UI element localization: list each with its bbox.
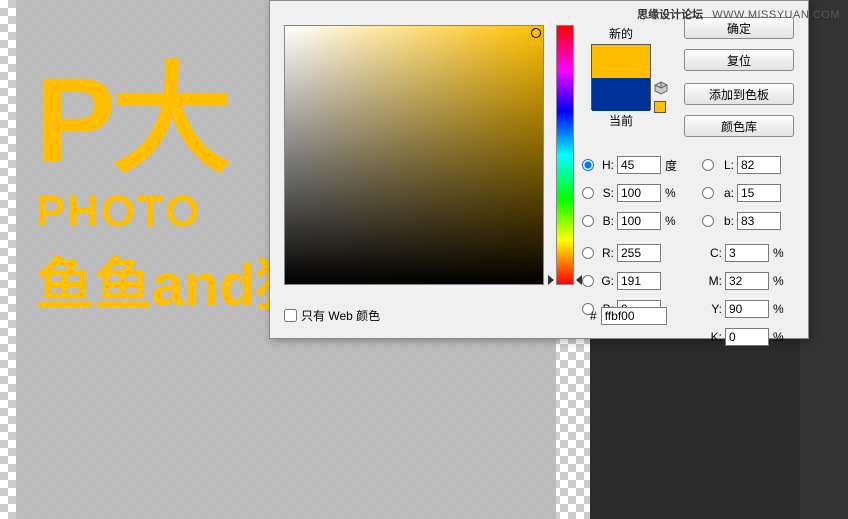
h-label: H: xyxy=(598,158,614,172)
hash-label: # xyxy=(590,309,597,323)
a-input[interactable] xyxy=(737,184,781,202)
g-label: G: xyxy=(598,274,614,288)
green-input[interactable] xyxy=(617,272,661,290)
hsb-rgb-inputs: H: 度 S: % B: % R: xyxy=(582,153,700,325)
s-label: S: xyxy=(598,186,614,200)
m-label: M: xyxy=(702,274,722,288)
y-unit: % xyxy=(773,302,787,316)
magenta-input[interactable] xyxy=(725,272,769,290)
new-color-label: 新的 xyxy=(586,25,656,42)
add-to-swatches-button[interactable]: 添加到色板 xyxy=(684,83,794,105)
a-radio[interactable] xyxy=(702,187,714,199)
current-color-label: 当前 xyxy=(586,112,656,129)
r-label: R: xyxy=(598,246,614,260)
black-input[interactable] xyxy=(725,328,769,346)
green-radio[interactable] xyxy=(582,275,594,287)
hue-input[interactable] xyxy=(617,156,661,174)
b-unit: % xyxy=(665,214,679,228)
web-only-label: 只有 Web 颜色 xyxy=(301,307,380,324)
swatch-box xyxy=(591,44,651,110)
s-unit: % xyxy=(665,186,679,200)
labb-input[interactable] xyxy=(737,212,781,230)
l-input[interactable] xyxy=(737,156,781,174)
sv-cursor-icon xyxy=(531,28,541,38)
lab-cmyk-inputs: L: a: b: C: % M: % xyxy=(702,153,802,353)
l-label: L: xyxy=(718,158,734,172)
c-unit: % xyxy=(773,246,787,260)
gamut-warning-icon[interactable] xyxy=(654,81,668,95)
color-libraries-button[interactable]: 颜色库 xyxy=(684,115,794,137)
watermark: 思缘设计论坛 WWW.MISSYUAN.COM xyxy=(637,6,840,22)
red-radio[interactable] xyxy=(582,247,594,259)
watermark-text: 思缘设计论坛 xyxy=(637,9,703,21)
brightness-input[interactable] xyxy=(617,212,661,230)
hue-radio[interactable] xyxy=(582,159,594,171)
yellow-input[interactable] xyxy=(725,300,769,318)
c-label: C: xyxy=(702,246,722,260)
k-label: K: xyxy=(702,330,722,344)
m-unit: % xyxy=(773,274,787,288)
saturation-input[interactable] xyxy=(617,184,661,202)
l-radio[interactable] xyxy=(702,159,714,171)
y-label: Y: xyxy=(702,302,722,316)
watermark-url: WWW.MISSYUAN.COM xyxy=(712,9,840,21)
b-label: B: xyxy=(598,214,614,228)
color-picker-dialog: 新的 当前 确定 复位 添加到色板 颜色库 H: 度 xyxy=(269,0,809,339)
h-unit: 度 xyxy=(665,157,679,174)
web-only-checkbox[interactable] xyxy=(284,309,297,322)
current-color-swatch[interactable] xyxy=(592,78,650,111)
brightness-radio[interactable] xyxy=(582,215,594,227)
red-input[interactable] xyxy=(617,244,661,262)
reset-button[interactable]: 复位 xyxy=(684,49,794,71)
hue-slider[interactable] xyxy=(556,25,574,285)
labb-label: b: xyxy=(718,214,734,228)
saturation-radio[interactable] xyxy=(582,187,594,199)
a-label: a: xyxy=(718,186,734,200)
saturation-value-field[interactable] xyxy=(284,25,544,285)
dialog-buttons: 确定 复位 添加到色板 颜色库 xyxy=(684,17,794,147)
hue-indicator-left-icon xyxy=(548,275,554,285)
websafe-swatch[interactable] xyxy=(654,101,666,113)
new-color-swatch[interactable] xyxy=(592,45,650,78)
cyan-input[interactable] xyxy=(725,244,769,262)
k-unit: % xyxy=(773,330,787,344)
web-only-row: 只有 Web 颜色 xyxy=(284,307,380,324)
color-swatch-preview: 新的 当前 xyxy=(586,25,656,129)
hex-row: # xyxy=(590,307,667,325)
labb-radio[interactable] xyxy=(702,215,714,227)
hex-input[interactable] xyxy=(601,307,667,325)
